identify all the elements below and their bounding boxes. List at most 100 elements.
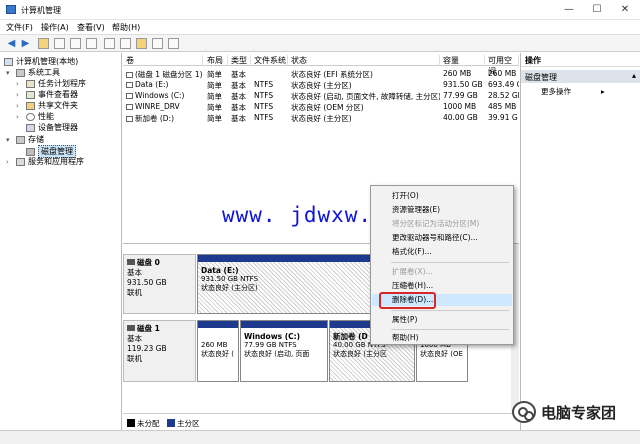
tree-performance[interactable]: › 性能 [16, 111, 54, 122]
table-row[interactable]: (磁盘 1 磁盘分区 1) 简单 基本 状态良好 (EFI 系统分区) 260 … [123, 68, 519, 79]
expand-icon[interactable]: › [16, 102, 23, 110]
search-icon[interactable] [152, 38, 163, 49]
volume-fs: NTFS [254, 80, 274, 89]
column-capacity[interactable]: 容量 [440, 55, 485, 66]
disk-icon [26, 147, 35, 156]
console-tree: 计算机管理(本地) ▾ 系统工具 › 任务计划程序 › 事件查看器 › 共享文件夹 › 性… [0, 53, 122, 430]
volume-icon [126, 116, 133, 122]
tree-shared-folders[interactable]: › 共享文件夹 [16, 100, 78, 111]
back-arrow-icon[interactable]: ◀ [6, 38, 17, 49]
menu-item-mark-active[interactable]: 将分区标记为活动分区(M) [372, 218, 512, 230]
disk-state: 联机 [127, 288, 142, 297]
expand-icon[interactable]: › [16, 91, 23, 99]
tree-event-viewer[interactable]: › 事件查看器 [16, 89, 78, 100]
computer-icon [4, 57, 13, 66]
menu-item-properties[interactable]: 属性(P) [372, 314, 512, 326]
disk-size: 931.50 GB [127, 278, 167, 287]
column-layout[interactable]: 布局 [204, 55, 228, 66]
expand-icon[interactable]: › [6, 158, 13, 166]
tree-storage[interactable]: ▾ 存储 [6, 134, 44, 145]
actions-section-label: 磁盘管理 [525, 73, 557, 82]
tree-services-apps[interactable]: › 服务和应用程序 [6, 156, 84, 167]
actions-pane: 操作 磁盘管理 ▴ 更多操作 ▸ [520, 53, 640, 430]
volume-icon [126, 82, 133, 88]
tree-system-tools[interactable]: ▾ 系统工具 [6, 67, 60, 78]
disk-size: 119.23 GB [127, 344, 167, 353]
legend-swatch-primary [167, 419, 175, 427]
up-folder-icon[interactable] [38, 38, 49, 49]
menu-item-format[interactable]: 格式化(F)... [372, 246, 512, 258]
volume-type: 基本 [231, 114, 246, 123]
table-row[interactable]: Data (E:) 简单 基本 NTFS 状态良好 (主分区) 931.50 G… [123, 79, 519, 90]
expand-icon[interactable]: › [16, 80, 23, 88]
volume-capacity: 260 MB [443, 69, 472, 78]
column-status[interactable]: 状态 [288, 55, 440, 66]
open-folder-icon[interactable] [136, 38, 147, 49]
shared-folder-icon [26, 101, 35, 110]
menu-view[interactable]: 查看(V) [77, 22, 105, 33]
partition-size: 931.50 GB NTFS [201, 275, 259, 283]
collapse-icon[interactable]: ▾ [6, 136, 13, 144]
volume-free: 39.91 G [488, 113, 518, 122]
table-row[interactable]: Windows (C:) 简单 基本 NTFS 状态良好 (启动, 页面文件, … [123, 90, 519, 101]
menu-file[interactable]: 文件(F) [6, 22, 33, 33]
disk-0-label[interactable]: 磁盘 0 基本 931.50 GB 联机 [123, 254, 196, 314]
window-title: 计算机管理 [21, 6, 61, 15]
partition-efi[interactable]: 260 MB 状态良好 ( [197, 320, 239, 382]
more-actions-link[interactable]: 更多操作 ▸ [541, 86, 605, 97]
volume-name: (磁盘 1 磁盘分区 1) [135, 70, 203, 79]
highlight-box [379, 292, 436, 309]
volume-name: Data (E:) [135, 80, 169, 89]
close-button[interactable]: ✕ [611, 0, 639, 20]
legend-swatch-unallocated [127, 419, 135, 427]
brand-badge: 电脑专家团 [512, 399, 616, 425]
partition-size: 260 MB [201, 341, 228, 349]
tree-root[interactable]: 计算机管理(本地) [4, 56, 78, 67]
checklist-icon[interactable] [120, 38, 131, 49]
menu-item-open[interactable]: 打开(O) [372, 190, 512, 202]
partition-status: 状态良好 (主分区) [201, 284, 258, 292]
help-icon[interactable] [86, 38, 97, 49]
disk-name: 磁盘 0 [137, 258, 160, 267]
volume-icon [126, 72, 133, 78]
volume-capacity: 40.00 GB [443, 113, 478, 122]
tree-device-manager[interactable]: 设备管理器 [26, 122, 78, 133]
menu-action[interactable]: 操作(A) [41, 22, 69, 33]
menu-help[interactable]: 帮助(H) [112, 22, 140, 33]
properties-icon[interactable] [70, 38, 81, 49]
collapse-arrow-icon[interactable]: ▴ [632, 71, 636, 80]
menu-item-extend[interactable]: 扩展卷(X)... [372, 266, 512, 278]
volume-fs: NTFS [254, 102, 274, 111]
column-filesystem[interactable]: 文件系统 [251, 55, 288, 66]
expand-icon[interactable]: › [16, 113, 23, 121]
menu-item-change-letter[interactable]: 更改驱动器号和路径(C)... [372, 232, 512, 244]
submenu-arrow-icon: ▸ [601, 87, 605, 96]
forward-arrow-icon[interactable]: ▶ [20, 38, 31, 49]
event-log-icon [26, 90, 35, 99]
volume-free: 260 MB [488, 69, 517, 78]
performance-icon [26, 112, 35, 121]
menu-item-help[interactable]: 帮助(H) [372, 332, 512, 344]
volume-layout: 简单 [207, 114, 222, 123]
disk-state: 联机 [127, 354, 142, 363]
maximize-button[interactable]: ☐ [583, 0, 611, 20]
volume-icon [126, 93, 133, 99]
table-row[interactable]: WINRE_DRV 简单 基本 NTFS 状态良好 (OEM 分区) 1000 … [123, 101, 519, 112]
column-free-space[interactable]: 可用空间 [485, 55, 519, 76]
tree-task-scheduler[interactable]: › 任务计划程序 [16, 78, 86, 89]
column-type[interactable]: 类型 [228, 55, 251, 66]
collapse-icon[interactable]: ▾ [6, 69, 13, 77]
minimize-button[interactable]: — [555, 0, 583, 20]
menu-item-shrink[interactable]: 压缩卷(H)... [372, 280, 512, 292]
disk-1-label[interactable]: 磁盘 1 基本 119.23 GB 联机 [123, 320, 196, 382]
view-details-icon[interactable] [168, 38, 179, 49]
menu-item-explorer[interactable]: 资源管理器(E) [372, 204, 512, 216]
partition-status: 状态良好 ( [201, 350, 234, 358]
actions-section[interactable]: 磁盘管理 ▴ [521, 70, 640, 83]
partition-windows-c[interactable]: Windows (C:) 77.99 GB NTFS 状态良好 (启动, 页面 [240, 320, 328, 382]
table-row[interactable]: 新加卷 (D:) 简单 基本 NTFS 状态良好 (主分区) 40.00 GB … [123, 112, 519, 123]
export-list-icon[interactable] [104, 38, 115, 49]
column-volume[interactable]: 卷 [123, 55, 203, 66]
console-tree-icon[interactable] [54, 38, 65, 49]
partition-status: 状态良好 (OE [420, 350, 463, 358]
